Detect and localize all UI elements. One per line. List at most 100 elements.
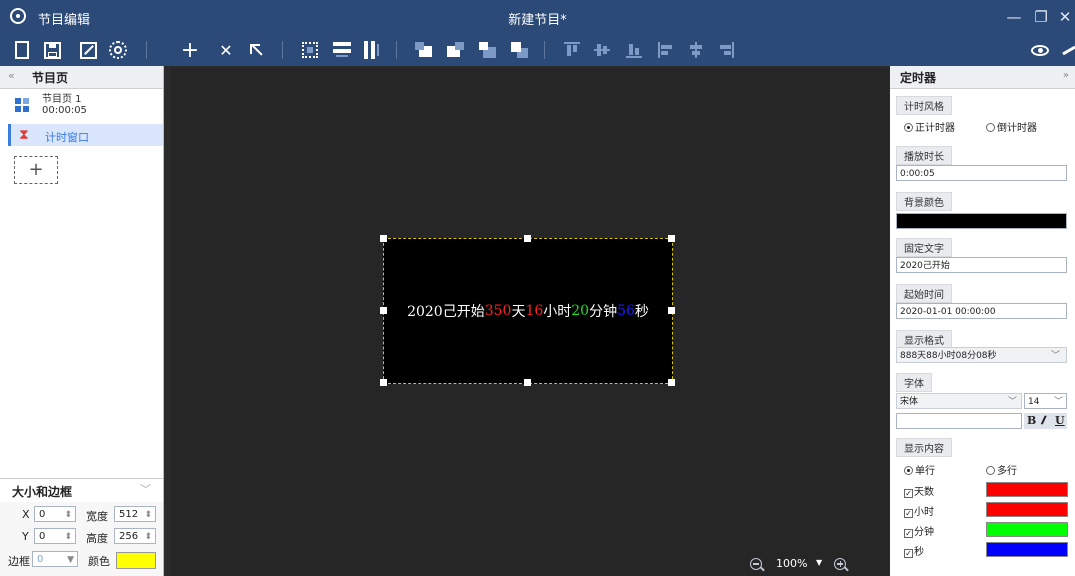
select-icon[interactable]: [244, 38, 268, 62]
align-vcenter-icon[interactable]: [590, 38, 614, 62]
fullscreen-icon[interactable]: [298, 38, 322, 62]
zoom-dropdown-icon[interactable]: ▼: [816, 558, 822, 567]
timer-hours-unit: 小时: [543, 304, 572, 320]
seconds-checkbox[interactable]: ✓ 秒: [904, 543, 924, 558]
collapse-right-icon[interactable]: »: [1063, 70, 1069, 81]
layer-top-icon[interactable]: [508, 38, 532, 62]
hours-checkbox[interactable]: ✓ 小时: [904, 503, 934, 518]
single-line-radio[interactable]: 单行: [904, 462, 935, 477]
layer-front-icon[interactable]: [476, 38, 500, 62]
send-icon[interactable]: [1058, 38, 1075, 62]
chevron-down-icon[interactable]: ﹀: [140, 481, 151, 497]
page-grid-icon: [15, 98, 29, 112]
spin-icon[interactable]: ⬍: [144, 529, 152, 545]
page-item[interactable]: 节目页 1 00:00:05: [8, 94, 158, 120]
chevron-down-icon[interactable]: ﹀: [1054, 394, 1063, 410]
font-style-buttons: B 𝑰 U: [1024, 413, 1067, 429]
restore-button[interactable]: ❐: [1030, 6, 1052, 28]
document-title: 新建节目*: [508, 13, 567, 28]
align-bottom-icon[interactable]: [622, 38, 646, 62]
spin-icon[interactable]: ⬍: [144, 507, 152, 523]
new-file-icon[interactable]: [10, 38, 34, 62]
preview-icon[interactable]: [1028, 38, 1052, 62]
minimize-button[interactable]: —: [1003, 6, 1025, 28]
font-size-select[interactable]: 14 ﹀: [1024, 393, 1067, 409]
resize-handle[interactable]: [380, 235, 387, 242]
timer-window-box[interactable]: 2020己开始 350 天 16 小时 20 分钟 56 秒: [380, 235, 675, 386]
width-input[interactable]: 512 ⬍: [114, 506, 156, 522]
layer-back-icon[interactable]: [444, 38, 468, 62]
start-time-label: 起始时间: [896, 284, 952, 303]
start-time-input[interactable]: 2020-01-01 00:00:00: [896, 303, 1067, 319]
bg-color-swatch[interactable]: [896, 213, 1067, 229]
fit-height-icon[interactable]: [360, 38, 384, 62]
align-hcenter-icon[interactable]: [684, 38, 708, 62]
timer-minutes: 20: [571, 303, 590, 319]
resize-handle[interactable]: [380, 379, 387, 386]
fixed-text-input[interactable]: 2020己开始: [896, 257, 1067, 273]
resize-handle[interactable]: [668, 235, 675, 242]
settings-icon[interactable]: [106, 38, 130, 62]
duration-input[interactable]: 0:00:05: [896, 165, 1067, 181]
minutes-color-swatch[interactable]: [986, 522, 1068, 537]
display-format-select[interactable]: 888天88小时08分08秒 ﹀: [896, 347, 1067, 363]
resize-icon[interactable]: [76, 38, 100, 62]
editor-canvas[interactable]: 2020己开始 350 天 16 小时 20 分钟 56 秒: [170, 68, 889, 576]
zoom-in-icon[interactable]: [834, 558, 849, 572]
x-label: X: [22, 508, 30, 521]
align-right-icon[interactable]: [714, 38, 738, 62]
hours-color-swatch[interactable]: [986, 502, 1068, 517]
resize-handle[interactable]: [524, 379, 531, 386]
resize-handle[interactable]: [380, 307, 387, 314]
border-select[interactable]: 0 ▼: [32, 551, 78, 567]
dropdown-icon[interactable]: ▼: [67, 552, 74, 568]
chevron-down-icon[interactable]: ﹀: [1008, 394, 1017, 410]
seconds-color-swatch[interactable]: [986, 542, 1068, 557]
layer-bottom-icon[interactable]: [412, 38, 436, 62]
days-checkbox[interactable]: ✓ 天数: [904, 483, 934, 498]
timer-window-label: 计时窗口: [45, 131, 89, 144]
align-top-icon[interactable]: [560, 38, 584, 62]
fit-width-icon[interactable]: [330, 38, 354, 62]
italic-button[interactable]: 𝑰: [1041, 413, 1044, 429]
delete-icon[interactable]: ✕: [214, 38, 238, 62]
underline-button[interactable]: U: [1055, 413, 1065, 429]
add-icon[interactable]: +: [178, 38, 202, 63]
zoom-level[interactable]: 100%: [776, 557, 807, 570]
font-color-field[interactable]: [896, 413, 1022, 429]
toolbar: + ✕: [0, 34, 1075, 66]
y-input[interactable]: 0 ⬍: [34, 528, 76, 544]
count-down-radio[interactable]: 倒计时器: [986, 119, 1037, 134]
days-color-swatch[interactable]: [986, 482, 1068, 497]
collapse-left-icon[interactable]: «: [8, 69, 15, 82]
display-content-section: 显示内容: [896, 438, 1070, 457]
save-icon[interactable]: [40, 38, 64, 62]
align-left-icon[interactable]: [654, 38, 678, 62]
height-input[interactable]: 256 ⬍: [114, 528, 156, 544]
timer-seconds-unit: 秒: [634, 304, 649, 320]
spin-icon[interactable]: ⬍: [64, 507, 72, 523]
font-family-select[interactable]: 宋体 ﹀: [896, 393, 1022, 409]
close-button[interactable]: ✕: [1054, 6, 1075, 28]
app-title: 节目编辑: [38, 13, 91, 28]
page-duration: 00:00:05: [42, 105, 87, 116]
timer-style-section: 计时风格: [896, 96, 1070, 115]
bold-button[interactable]: B: [1027, 413, 1036, 429]
border-color-swatch[interactable]: [116, 552, 156, 569]
x-input[interactable]: 0 ⬍: [34, 506, 76, 522]
resize-handle[interactable]: [668, 379, 675, 386]
chevron-down-icon[interactable]: ﹀: [1051, 348, 1060, 364]
multi-line-radio[interactable]: 多行: [986, 462, 1017, 477]
size-border-section: X 0 ⬍ 宽度 512 ⬍ Y 0 ⬍ 高度 256 ⬍ 边框 0 ▼ 颜色: [0, 502, 163, 576]
timer-window-item[interactable]: ⧗ 计时窗口: [8, 124, 163, 146]
resize-handle[interactable]: [668, 307, 675, 314]
display-content-label: 显示内容: [896, 438, 952, 457]
count-up-radio[interactable]: 正计时器: [904, 119, 955, 134]
fixed-text-label: 固定文字: [896, 238, 952, 257]
add-window-button[interactable]: +: [14, 156, 58, 184]
minutes-checkbox[interactable]: ✓ 分钟: [904, 523, 934, 538]
zoom-out-icon[interactable]: [750, 558, 765, 572]
resize-handle[interactable]: [524, 235, 531, 242]
spin-icon[interactable]: ⬍: [64, 529, 72, 545]
size-border-section-header[interactable]: 大小和边框 ﹀: [0, 478, 163, 501]
